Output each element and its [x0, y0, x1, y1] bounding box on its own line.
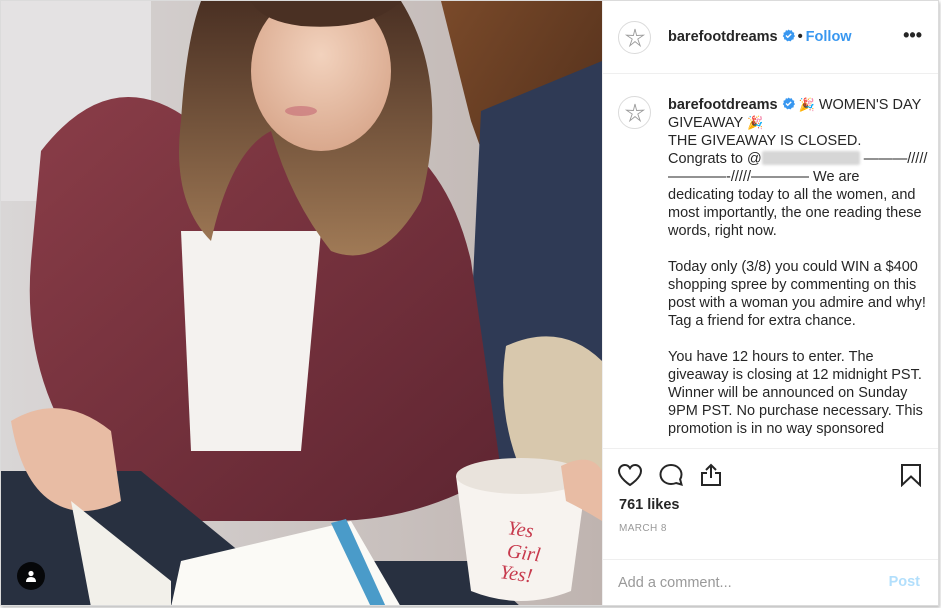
caption-paragraph-3: You have 12 hours to enter. The giveaway… [668, 349, 923, 437]
post-photo[interactable]: Yes Girl Yes! [1, 1, 602, 605]
post-comment-button[interactable]: Post [889, 574, 920, 590]
comment-input[interactable] [618, 569, 878, 597]
comment-form: Post [603, 559, 938, 605]
caption-paragraph-2b: Tag a friend for extra chance. [668, 313, 856, 329]
caption-closed-text: THE GIVEAWAY IS CLOSED. [668, 133, 862, 149]
caption-title-2: GIVEAWAY [668, 115, 743, 131]
svg-text:Yes: Yes [506, 517, 535, 542]
caption-avatar[interactable] [618, 96, 651, 129]
follow-button[interactable]: Follow [806, 29, 852, 45]
caption-title-1: WOMEN'S DAY [818, 97, 921, 113]
post-caption: barefootdreams 🎉 WOMEN'S DAY GIVEAWAY 🎉 … [668, 96, 928, 438]
caption-divider-tail: ———///// [863, 151, 928, 167]
caption-scroll-area[interactable]: barefootdreams 🎉 WOMEN'S DAY GIVEAWAY 🎉 … [603, 74, 938, 448]
caption-paragraph-2: Today only (3/8) you could WIN a $400 sh… [668, 259, 926, 311]
username-link[interactable]: barefootdreams [668, 29, 778, 45]
share-icon[interactable] [699, 463, 723, 487]
party-popper-icon: 🎉 [798, 97, 815, 112]
party-popper-icon: 🎉 [746, 115, 764, 130]
more-options-button[interactable]: ••• [903, 26, 922, 44]
post-date[interactable]: MARCH 8 [619, 523, 667, 534]
verified-badge-icon [782, 29, 795, 42]
person-icon [26, 570, 36, 582]
heart-icon[interactable] [617, 463, 643, 487]
caption-username-link[interactable]: barefootdreams [668, 97, 778, 113]
starfish-logo-icon [624, 103, 645, 122]
caption-divider-line: ————-/////———— [668, 169, 809, 185]
post-actions: 761 likes MARCH 8 [603, 448, 938, 559]
avatar[interactable] [618, 21, 651, 54]
post-side-panel: barefootdreams • Follow ••• barefootdreams… [602, 1, 938, 605]
caption-congrats-text: Congrats to @ [668, 151, 762, 167]
comment-icon[interactable] [658, 463, 684, 487]
verified-badge-icon [782, 97, 795, 110]
redacted-username [761, 151, 860, 165]
post-header: barefootdreams • Follow ••• [603, 1, 938, 74]
likes-count[interactable]: 761 likes [619, 497, 679, 513]
instagram-post-window: Yes Girl Yes! barefootdreams • Follow ••• [0, 0, 939, 606]
photo-illustration: Yes Girl Yes! [1, 1, 602, 605]
tagged-users-button[interactable] [17, 562, 45, 590]
bookmark-icon[interactable] [900, 463, 922, 487]
separator-dot: • [797, 29, 803, 45]
header-username-row: barefootdreams • Follow [668, 29, 852, 45]
svg-text:Yes!: Yes! [499, 561, 534, 587]
starfish-logo-icon [624, 28, 645, 47]
